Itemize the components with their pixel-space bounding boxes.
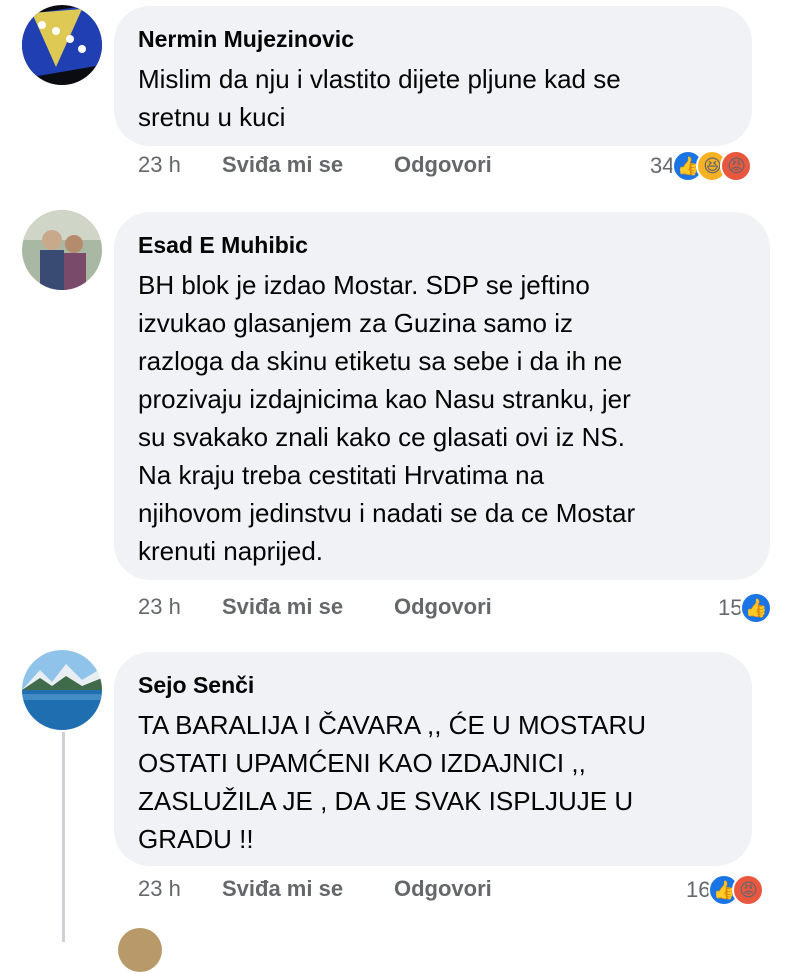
angry-reaction-icon: 😡 — [720, 150, 753, 182]
reply-button[interactable]: Odgovori — [394, 150, 492, 180]
comment-author[interactable]: Esad E Muhibic — [138, 230, 742, 260]
comment-text: TA BARALIJA I ČAVARA ,, ĆE U MOSTARU OST… — [138, 710, 647, 854]
comment-time[interactable]: 23 h — [138, 592, 181, 622]
comment-time[interactable]: 23 h — [138, 150, 181, 180]
reactions-summary[interactable]: 34 👍 😆 😡 — [650, 146, 753, 186]
avatar-landscape-icon — [22, 650, 102, 730]
like-reaction-icon: 👍 — [740, 592, 773, 624]
reaction-count: 15 — [718, 595, 743, 620]
reactions-summary[interactable]: 16 👍 😡 — [686, 870, 765, 910]
comment-bubble: Nermin Mujezinovic Mislim da nju i vlast… — [114, 6, 752, 146]
reply-button[interactable]: Odgovori — [394, 874, 492, 904]
reaction-count: 16 — [686, 877, 711, 902]
avatar[interactable] — [22, 650, 102, 730]
next-reply-avatar[interactable] — [118, 928, 162, 972]
comment-author[interactable]: Sejo Senči — [138, 670, 724, 700]
like-button[interactable]: Sviđa mi se — [222, 592, 343, 622]
like-button[interactable]: Sviđa mi se — [222, 874, 343, 904]
avatar[interactable] — [22, 210, 102, 290]
avatar-photo-icon — [22, 210, 102, 290]
comment-bubble: Sejo Senči TA BARALIJA I ČAVARA ,, ĆE U … — [114, 652, 752, 866]
comment-author[interactable]: Nermin Mujezinovic — [138, 24, 724, 54]
comment-text: BH blok je izdao Mostar. SDP se jeftino … — [138, 270, 636, 566]
angry-reaction-icon: 😡 — [732, 874, 765, 906]
reactions-summary[interactable]: 15 👍 — [718, 588, 773, 628]
comment-time[interactable]: 23 h — [138, 874, 181, 904]
comment-text: Mislim da nju i vlastito dijete pljune k… — [138, 64, 621, 132]
like-button[interactable]: Sviđa mi se — [222, 150, 343, 180]
avatar[interactable] — [22, 5, 102, 85]
reaction-count: 34 — [650, 153, 675, 178]
thread-line — [62, 732, 65, 942]
comment-bubble: Esad E Muhibic BH blok je izdao Mostar. … — [114, 212, 770, 580]
reply-button[interactable]: Odgovori — [394, 592, 492, 622]
avatar-flag-icon — [22, 5, 102, 85]
